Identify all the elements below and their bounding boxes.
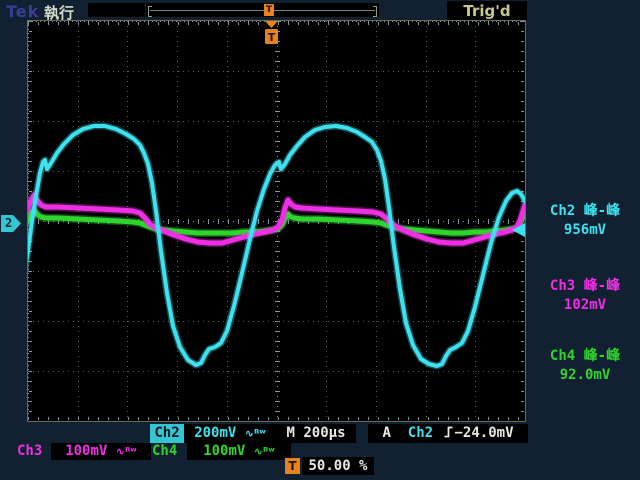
oscilloscope-screen: { "header": { "logo": "Tek", "acq_status… <box>0 0 640 480</box>
trigger-status-label: Trig'd <box>463 2 510 20</box>
trigger-level: −24.0mV <box>455 425 514 441</box>
menu-blank-area <box>88 3 145 17</box>
ch3-coupling-icon: ∿ᴮʷ <box>116 445 137 458</box>
measurement-value: 92.0mV <box>532 366 638 385</box>
measurement-title: Ch2 峰-峰 <box>532 202 638 221</box>
horizontal-trigger-icon: T <box>285 458 300 474</box>
trigger-source: Ch2 <box>408 425 433 441</box>
trigger-readout: A Ch2 −24.0mV <box>368 424 528 443</box>
record-view-bar: T <box>146 3 379 17</box>
ch4-coupling-icon: ∿ᴮʷ <box>254 445 275 458</box>
ch4-scale-value: 100mV <box>203 443 245 459</box>
trigger-mode: A <box>382 425 390 441</box>
measurement-ch4-pkpk: Ch4 峰-峰 92.0mV <box>532 347 638 385</box>
svg-text:T: T <box>268 31 276 44</box>
record-view-right-bracket <box>373 6 377 17</box>
waveform-layer <box>28 126 525 366</box>
ch3-scale-value: 100mV <box>65 443 107 459</box>
tek-logo: Tek <box>6 2 39 21</box>
measurement-value: 956mV <box>532 221 638 240</box>
ch3-scale-readout: 100mV ∿ᴮʷ <box>51 443 151 460</box>
ch4-scale-readout: 100mV ∿ᴮʷ <box>187 443 291 460</box>
ch3-channel-label: Ch3 <box>17 443 51 460</box>
record-view-line <box>150 10 375 11</box>
record-trigger-position-icon: T <box>264 4 274 16</box>
ch2-scale-readout: 200mV ∿ᴮʷ <box>184 424 276 443</box>
measurement-value: 102mV <box>532 296 638 315</box>
measurement-ch2-pkpk: Ch2 峰-峰 956mV <box>532 202 638 240</box>
measurement-title: Ch3 峰-峰 <box>532 277 638 296</box>
timebase-label: M <box>286 425 294 441</box>
ch2-position-marker: 2 <box>1 215 21 232</box>
measurement-title: Ch4 峰-峰 <box>532 347 638 366</box>
measurement-ch3-pkpk: Ch3 峰-峰 102mV <box>532 277 638 315</box>
ch2-channel-badge: Ch2 <box>150 424 184 443</box>
trigger-status-box: Trig'd <box>447 1 527 20</box>
ch2-coupling-icon: ∿ᴮʷ <box>245 427 266 440</box>
horizontal-position-readout: 50.00 % <box>302 457 374 475</box>
timebase-readout: M 200μs <box>276 424 356 443</box>
rising-edge-icon <box>443 424 454 439</box>
ch4-channel-label: Ch4 <box>152 443 186 460</box>
waveform-display: T <box>28 21 525 421</box>
trigger-position-marker: T <box>265 21 278 44</box>
ch2-scale-value: 200mV <box>194 425 236 441</box>
graticule-screen: T <box>27 20 526 422</box>
timebase-value: 200μs <box>303 425 345 441</box>
record-view-left-bracket <box>148 6 152 17</box>
